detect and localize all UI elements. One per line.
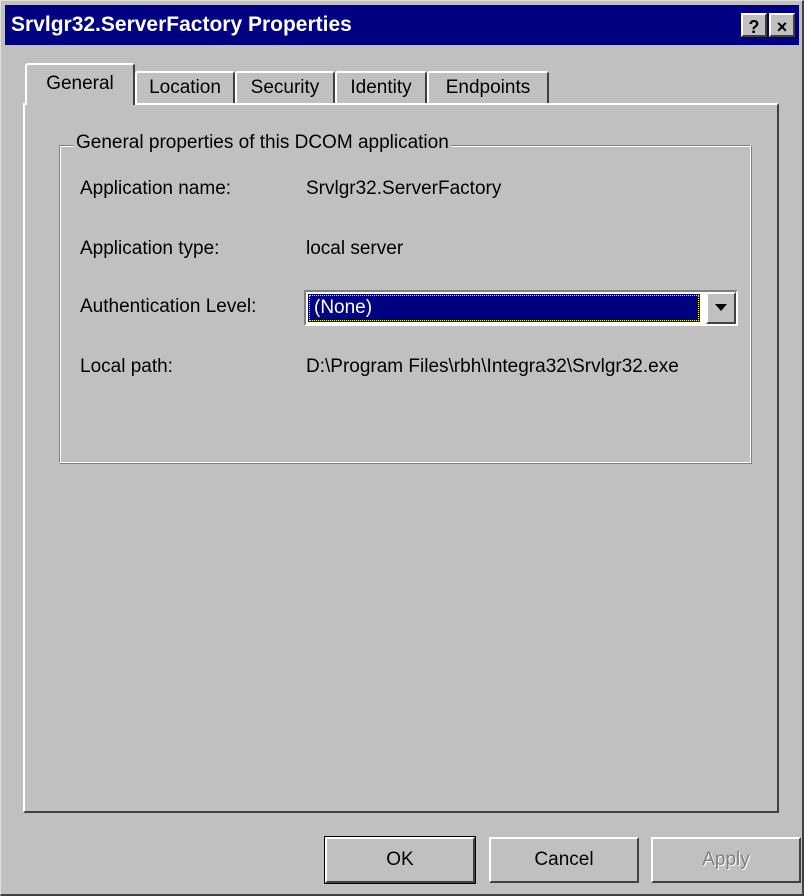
help-button[interactable]: ? — [741, 13, 767, 37]
title-bar[interactable]: Srvlgr32.ServerFactory Properties ? × — [5, 5, 799, 45]
tab-identity[interactable]: Identity — [335, 71, 427, 103]
tab-security[interactable]: Security — [235, 71, 335, 103]
tab-location[interactable]: Location — [135, 71, 235, 103]
application-name-value: Srvlgr32.ServerFactory — [306, 178, 502, 199]
close-icon: × — [776, 17, 788, 37]
tab-general[interactable]: General — [25, 63, 135, 105]
local-path-value: D:\Program Files\rbh\Integra32\Srvlgr32.… — [306, 356, 679, 377]
cancel-button[interactable]: Cancel — [489, 837, 639, 883]
authentication-level-label: Authentication Level: — [80, 296, 257, 317]
properties-dialog: Srvlgr32.ServerFactory Properties ? × Ge… — [0, 0, 804, 896]
ok-button[interactable]: OK — [324, 836, 476, 884]
application-name-label: Application name: — [80, 178, 232, 199]
general-properties-group: General properties of this DCOM applicat… — [59, 132, 751, 463]
apply-button[interactable]: Apply — [651, 837, 801, 883]
tab-endpoints[interactable]: Endpoints — [427, 71, 549, 103]
group-title: General properties of this DCOM applicat… — [74, 132, 451, 154]
dropdown-button[interactable] — [706, 292, 736, 324]
authentication-level-selected[interactable]: (None) — [308, 294, 700, 322]
window-title: Srvlgr32.ServerFactory Properties — [11, 13, 352, 36]
authentication-level-select[interactable]: (None) — [304, 290, 738, 326]
application-type-value: local server — [306, 238, 404, 259]
close-button[interactable]: × — [769, 13, 795, 37]
chevron-down-icon — [715, 304, 727, 311]
question-mark-icon: ? — [748, 17, 760, 37]
tab-panel-general: General properties of this DCOM applicat… — [23, 103, 779, 813]
local-path-label: Local path: — [80, 356, 173, 377]
application-type-label: Application type: — [80, 238, 220, 259]
